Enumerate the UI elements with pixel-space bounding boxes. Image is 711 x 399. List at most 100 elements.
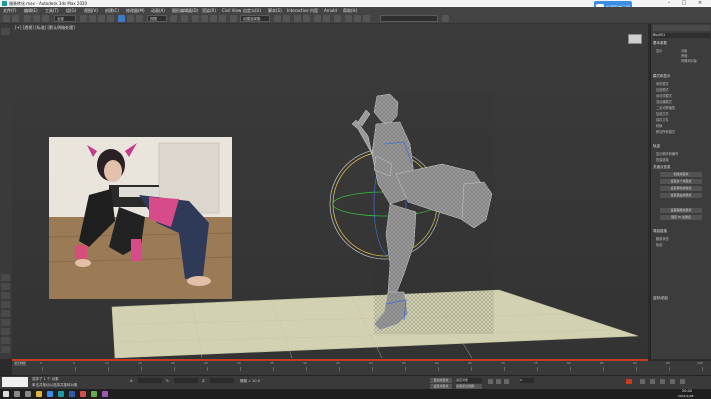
app-icon[interactable] [80,391,86,397]
window-crossing-icon[interactable] [107,15,114,22]
schematic-view-icon[interactable] [323,15,330,22]
create-key-button[interactable]: 创建关键点 [660,172,702,177]
command-panel-tabs[interactable] [653,25,710,31]
coord-y-field[interactable] [174,378,198,383]
undo-icon[interactable] [3,15,10,22]
layout-button[interactable] [1,337,10,344]
select-rotate-icon[interactable] [127,15,134,22]
maximize-icon[interactable]: □ [678,0,690,7]
layout-button[interactable] [1,301,10,308]
object-name-field[interactable]: Bip001 [653,33,710,38]
coord-x-field[interactable] [138,378,162,383]
maximize-viewport-icon[interactable] [680,379,685,384]
layout-button[interactable] [1,310,10,317]
select-move-icon[interactable] [118,15,125,22]
menu-civil-view[interactable]: Civil View [222,8,241,13]
material-editor-icon[interactable] [334,15,341,22]
set-free-key-button[interactable]: 设置自由关键点 [660,193,702,198]
explorer-icon[interactable] [36,391,42,397]
select-object-icon[interactable] [80,15,87,22]
layout-button[interactable] [1,274,10,281]
set-multiple-keys-button[interactable]: 设置多个关键点 [660,179,702,184]
mode-item[interactable]: 混合器模式 [656,99,672,104]
align-icon[interactable] [283,15,290,22]
mode-item[interactable]: 二足动物播放 [656,105,675,110]
photoshop-icon[interactable] [69,391,75,397]
layout-button[interactable] [1,28,10,35]
percent-snap-icon[interactable] [210,15,217,22]
rollout-bend[interactable]: 弯曲链接 [653,229,710,234]
menu-arnold[interactable]: Arnold [324,8,337,13]
select-scale-icon[interactable] [136,15,143,22]
timeline[interactable]: 0 / 100 0 5 10 15 20 25 30 35 40 45 50 5… [12,361,711,375]
option-label[interactable]: 轨迹 [656,242,662,247]
coord-z-field[interactable] [210,378,234,383]
app-icon[interactable] [91,391,97,397]
layer-explorer-icon[interactable] [303,15,310,22]
select-by-name-icon[interactable] [89,15,96,22]
maxscript-listener[interactable] [2,377,28,387]
layout-button[interactable] [1,292,10,299]
mirror-icon[interactable] [274,15,281,22]
lock-ik-key-button[interactable]: 锁定 IK 关键点 [660,215,702,220]
orbit-icon[interactable] [660,379,665,384]
pan-icon[interactable] [670,379,675,384]
zoom-icon[interactable] [640,379,645,384]
mode-item[interactable]: 保存文件 [656,117,669,122]
render-production-icon[interactable] [363,15,370,22]
scene-explorer-icon[interactable] [294,15,301,22]
mode-item[interactable]: 加载文件 [656,111,669,116]
layout-button[interactable] [1,328,10,335]
named-selection-set-dropdown[interactable]: 创建选择集 [240,15,270,22]
autokey-button[interactable]: 自动关键点 [430,378,452,383]
layout-button[interactable] [1,319,10,326]
teapot-icon[interactable] [442,15,449,22]
unlink-icon[interactable] [33,15,40,22]
close-icon[interactable]: × [694,0,706,7]
mode-item[interactable]: 移动所有模式 [656,129,675,134]
selection-filter-dropdown[interactable]: 全部 [54,15,76,22]
rollout-basic[interactable]: 基本参数 [653,41,710,46]
taskbar-date[interactable]: 2021/1/28 [678,394,693,398]
browser-icon[interactable] [47,391,53,397]
menu-interactive[interactable]: Interactive [287,8,309,13]
rollout-track[interactable]: 轨迹 [653,144,710,149]
edit-named-selection-icon[interactable] [230,15,237,22]
layout-button[interactable] [1,283,10,290]
link-icon[interactable] [24,15,31,22]
layout-button[interactable] [1,346,10,353]
curve-editor-icon[interactable] [314,15,321,22]
rollout-copy[interactable]: 复制/粘贴 [653,296,710,301]
option-label[interactable]: 腿部状态 [656,236,669,241]
render-setup-icon[interactable] [345,15,352,22]
mode-item[interactable]: 足迹模式 [656,87,669,92]
start-icon[interactable] [3,391,9,397]
angle-snap-icon[interactable] [201,15,208,22]
option-label[interactable]: 扭曲链接 [656,157,669,162]
app-icon[interactable] [102,391,108,397]
set-sliding-key-button[interactable]: 设置滑动关键点 [660,186,702,191]
play-back-icon[interactable] [488,379,493,384]
set-planted-key-button[interactable]: 设置踩踏关键点 [660,208,702,213]
search-icon[interactable] [14,391,20,397]
spinner-snap-icon[interactable] [219,15,226,22]
mode-item[interactable]: 运动流模式 [656,93,672,98]
taskview-icon[interactable] [25,391,31,397]
mode-item[interactable]: 体形模式 [656,81,669,86]
rollout-modes[interactable]: 模式和显示 [653,74,710,79]
time-slider[interactable]: 0 / 100 [14,361,26,366]
reference-coordinate-dropdown[interactable]: 视图 [147,15,167,22]
select-manipulate-icon[interactable] [181,15,188,22]
workspace-dropdown[interactable] [380,15,438,22]
rendered-frame-icon[interactable] [354,15,361,22]
option-label[interactable]: 骨骼和对象 [681,58,697,63]
taskbar-clock[interactable]: 20:42 [682,389,692,393]
viewport-label[interactable]: [+] [透视] [标准] [默认明暗处理] [15,25,75,31]
zoom-all-icon[interactable] [650,379,655,384]
current-frame-field[interactable]: 0 [520,378,534,383]
bind-spacewarp-icon[interactable] [42,15,49,22]
mode-item[interactable]: 转换 [656,123,662,128]
play-icon[interactable] [496,379,501,384]
3dsmax-icon[interactable] [58,391,64,397]
snap-toggle-icon[interactable] [192,15,199,22]
